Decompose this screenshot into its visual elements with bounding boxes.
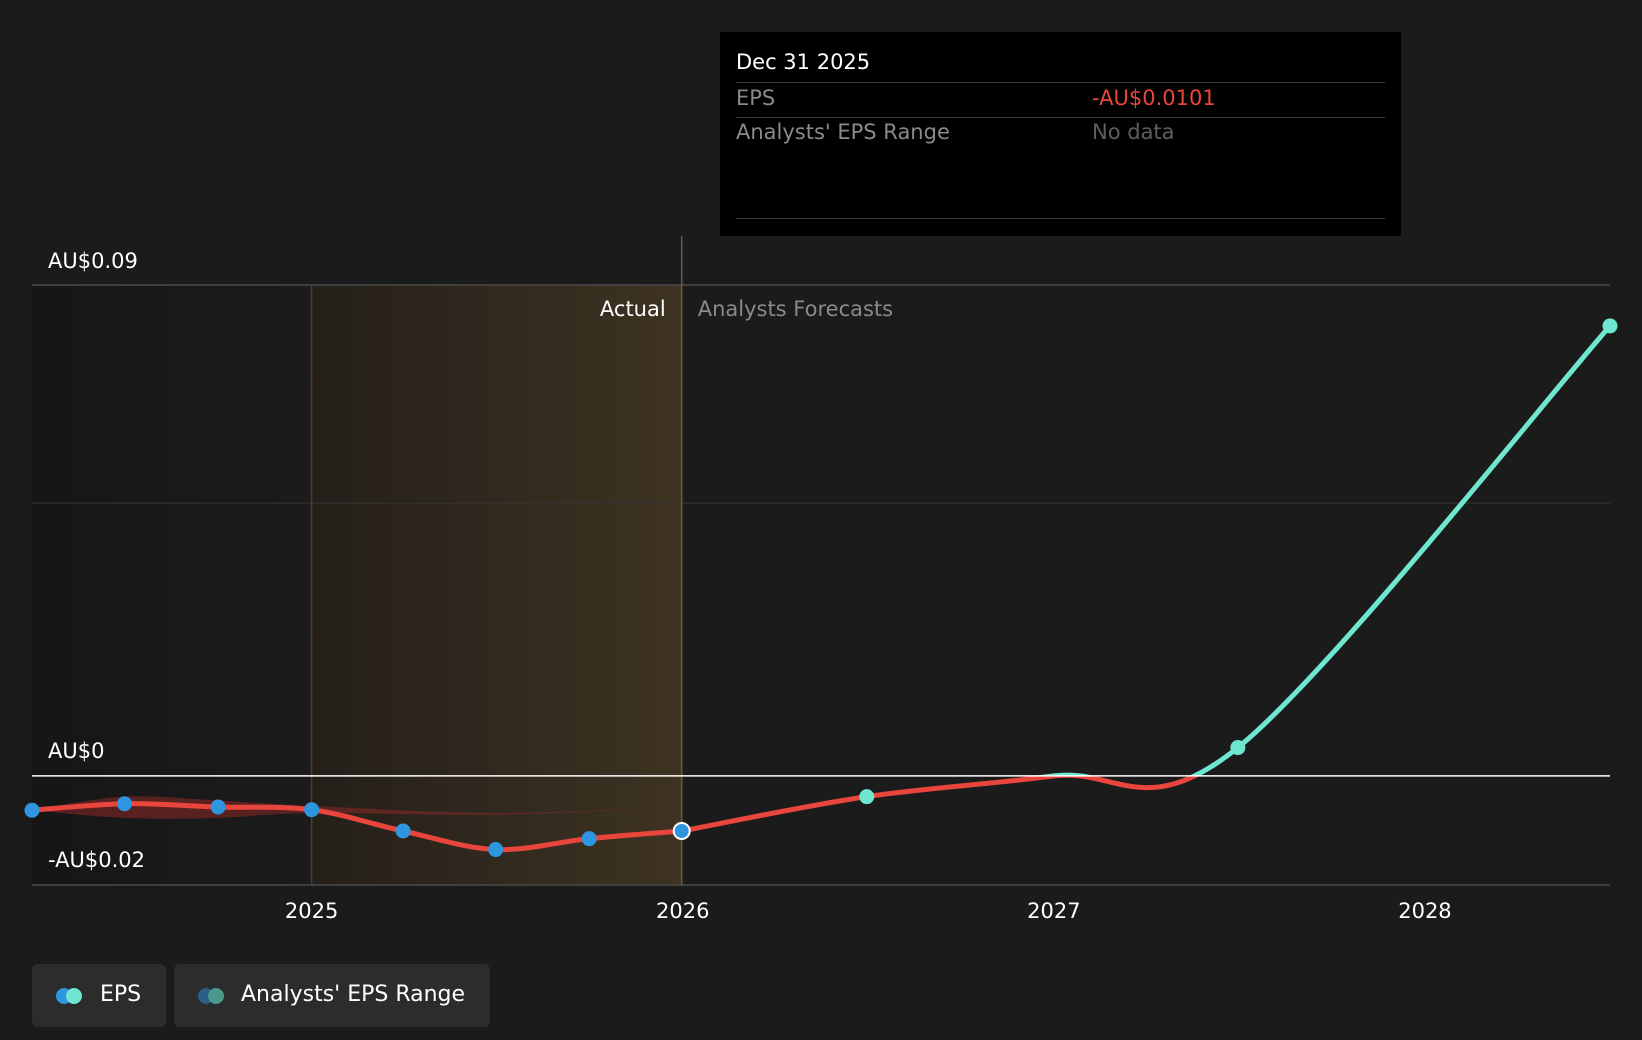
y-axis-label-bottom: -AU$0.02 xyxy=(48,848,145,872)
eps-actual-point xyxy=(581,831,597,847)
x-axis-tick-label: 2026 xyxy=(656,899,709,923)
legend-item-eps-range[interactable]: Analysts' EPS Range xyxy=(174,964,490,1027)
tooltip-divider xyxy=(736,82,1385,83)
tooltip-range-value: No data xyxy=(1092,120,1175,144)
legend-range-label: Analysts' EPS Range xyxy=(241,982,466,1007)
eps-actual-point xyxy=(117,796,133,812)
actual-section-label: Actual xyxy=(600,297,666,321)
eps-highlighted-point xyxy=(672,822,691,840)
x-axis-tick-label: 2028 xyxy=(1398,899,1451,923)
eps-actual-point xyxy=(304,802,320,818)
tooltip-divider xyxy=(736,117,1385,118)
eps-actual-point xyxy=(210,799,226,815)
x-axis-tick-label: 2027 xyxy=(1027,899,1080,923)
legend-item-eps[interactable]: EPS xyxy=(32,964,166,1027)
tooltip-eps-value: -AU$0.0101 xyxy=(1092,86,1216,110)
tooltip-range-label: Analysts' EPS Range xyxy=(736,120,950,144)
eps-actual-point xyxy=(395,823,411,839)
eps-actual-point xyxy=(24,802,40,818)
tooltip-divider xyxy=(736,218,1385,219)
eps-legend-icon xyxy=(56,988,86,1004)
tooltip: Dec 31 2025 EPS -AU$0.0101 Analysts' EPS… xyxy=(720,32,1401,236)
actual-period-highlight xyxy=(311,285,682,885)
eps-forecast-point xyxy=(859,789,875,805)
tooltip-eps-label: EPS xyxy=(736,86,776,110)
y-axis-label-zero: AU$0 xyxy=(48,739,104,763)
eps-actual-point xyxy=(488,842,504,858)
eps-forecast-point xyxy=(1230,740,1246,756)
x-axis-tick-label: 2025 xyxy=(285,899,338,923)
legend-eps-label: EPS xyxy=(100,982,142,1007)
eps-forecast-point xyxy=(1602,318,1618,334)
eps-forecast-line-negative xyxy=(679,775,1200,834)
y-axis-label-top: AU$0.09 xyxy=(48,249,138,273)
tooltip-date: Dec 31 2025 xyxy=(736,50,871,74)
eps-forecast-line-positive xyxy=(1033,323,1613,776)
forecast-section-label: Analysts Forecasts xyxy=(698,297,893,321)
past-shade xyxy=(32,285,312,885)
eps-range-legend-icon xyxy=(198,988,228,1004)
